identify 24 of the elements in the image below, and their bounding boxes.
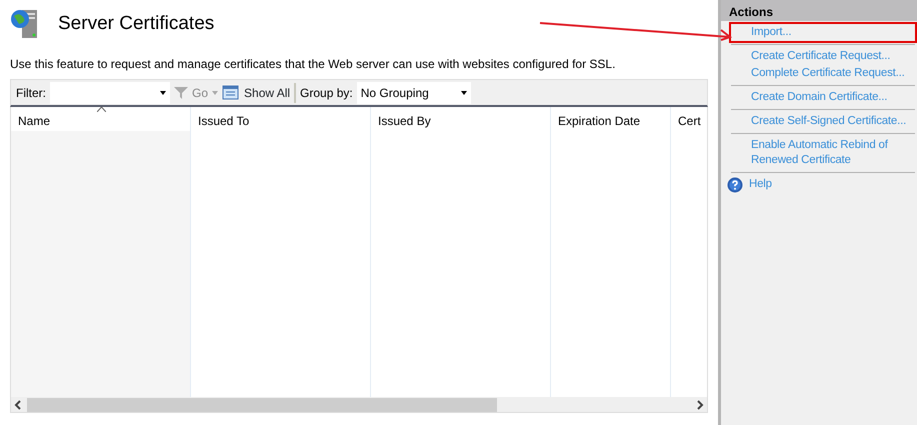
- group-by-dropdown[interactable]: No Grouping: [356, 82, 471, 104]
- dropdown-caret-icon: [160, 90, 166, 94]
- action-link[interactable]: Create Self-Signed Certificate...: [731, 113, 915, 130]
- filter-label: Filter:: [16, 84, 46, 102]
- page-description: Use this feature to request and manage certificates that the Web server can use with websites configured for SSL.: [10, 56, 616, 73]
- action-link[interactable]: Create Certificate Request...: [731, 48, 915, 65]
- dropdown-caret-icon: [212, 90, 218, 94]
- page-title: Server Certificates: [58, 12, 214, 36]
- action-link[interactable]: Enable Automatic Rebind of Renewed Certificate: [731, 137, 911, 169]
- column-header[interactable]: Name: [11, 107, 190, 131]
- group-by-label: Group by:: [300, 84, 353, 102]
- help-icon[interactable]: [727, 176, 743, 192]
- go-button[interactable]: Go: [192, 84, 208, 102]
- funnel-icon: [174, 86, 188, 98]
- action-link[interactable]: Create Domain Certificate...: [731, 89, 915, 106]
- scrollbar-thumb[interactable]: [27, 398, 497, 412]
- window-list-icon: [222, 84, 240, 100]
- show-all-button[interactable]: Show All: [222, 84, 290, 102]
- actions-header: Actions: [721, 0, 917, 21]
- action-link[interactable]: Import...: [731, 24, 915, 41]
- dropdown-caret-icon: [460, 90, 467, 94]
- filter-field[interactable]: [50, 82, 170, 104]
- action-link[interactable]: Complete Certificate Request...: [731, 65, 915, 82]
- help-link[interactable]: Help: [749, 176, 774, 193]
